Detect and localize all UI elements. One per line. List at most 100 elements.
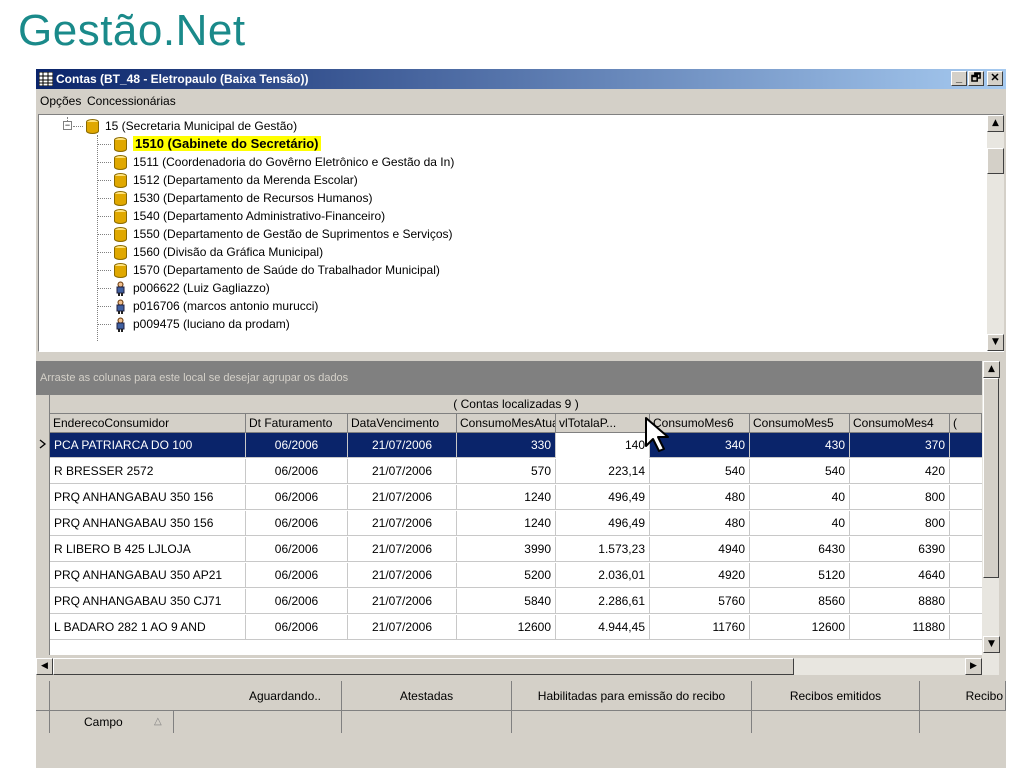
scroll-thumb[interactable] bbox=[983, 378, 999, 578]
campo-field[interactable]: Campo △ bbox=[50, 711, 174, 733]
table-row[interactable]: R BRESSER 2572 06/2006 21/07/2006 570 223,14… bbox=[50, 459, 982, 484]
table-cell[interactable]: 06/2006 bbox=[246, 511, 348, 536]
table-cell[interactable]: 1240 bbox=[457, 485, 556, 510]
table-cell[interactable]: 140 bbox=[556, 433, 650, 458]
table-cell[interactable]: 06/2006 bbox=[246, 589, 348, 614]
table-cell[interactable]: 21/07/2006 bbox=[348, 511, 457, 536]
tree-scrollbar[interactable]: ▲ ▼ bbox=[987, 115, 1004, 351]
scroll-thumb[interactable] bbox=[53, 658, 794, 675]
summary-col-atestadas[interactable]: Atestadas bbox=[342, 681, 512, 711]
table-cell[interactable]: 21/07/2006 bbox=[348, 459, 457, 484]
table-cell[interactable]: 800 bbox=[850, 511, 950, 536]
table-cell[interactable]: 480 bbox=[650, 511, 750, 536]
table-cell[interactable]: 1.573,23 bbox=[556, 537, 650, 562]
table-cell[interactable]: 570 bbox=[457, 459, 556, 484]
table-cell[interactable]: 06/2006 bbox=[246, 615, 348, 640]
column-header[interactable]: ConsumoMesAtual bbox=[457, 414, 556, 433]
menu-opcoes[interactable]: Opções bbox=[40, 94, 81, 108]
menu-concessionarias[interactable]: Concessionárias bbox=[87, 94, 176, 108]
table-cell[interactable]: 8560 bbox=[750, 589, 850, 614]
table-cell[interactable]: PRQ ANHANGABAU 350 156 bbox=[50, 485, 246, 510]
column-header[interactable]: ConsumoMes4 bbox=[850, 414, 950, 433]
table-cell[interactable]: 2.036,01 bbox=[556, 563, 650, 588]
table-cell[interactable]: PCA PATRIARCA DO 100 bbox=[50, 433, 246, 458]
table-cell[interactable]: 800 bbox=[850, 485, 950, 510]
table-cell[interactable]: 4.944,45 bbox=[556, 615, 650, 640]
column-header[interactable]: DataVencimento bbox=[348, 414, 457, 433]
table-cell[interactable]: 2.286,61 bbox=[556, 589, 650, 614]
summary-col-aguardando[interactable]: Aguardando.. bbox=[50, 681, 342, 711]
table-cell[interactable]: 21/07/2006 bbox=[348, 615, 457, 640]
table-row[interactable]: PRQ ANHANGABAU 350 CJ71 06/2006 21/07/2006… bbox=[50, 589, 982, 614]
table-cell[interactable]: L BADARO 282 1 AO 9 AND bbox=[50, 615, 246, 640]
table-cell[interactable]: 06/2006 bbox=[246, 537, 348, 562]
table-cell[interactable]: 40 bbox=[750, 485, 850, 510]
table-cell[interactable]: 21/07/2006 bbox=[348, 485, 457, 510]
table-cell[interactable]: 5760 bbox=[650, 589, 750, 614]
close-button[interactable]: ✕ bbox=[987, 71, 1003, 86]
grid-hscrollbar[interactable]: ◀ ▶ bbox=[36, 658, 982, 675]
table-cell[interactable]: PRQ ANHANGABAU 350 AP21 bbox=[50, 563, 246, 588]
table-cell[interactable]: 4640 bbox=[850, 563, 950, 588]
scroll-left-icon[interactable]: ◀ bbox=[36, 658, 53, 675]
sort-asc-icon[interactable]: △ bbox=[154, 711, 162, 733]
table-cell[interactable]: 370 bbox=[850, 433, 950, 458]
table-cell[interactable]: 8880 bbox=[850, 589, 950, 614]
maximize-button[interactable]: 🗗 bbox=[968, 71, 984, 86]
column-header[interactable]: EnderecoConsumidor bbox=[50, 414, 246, 433]
scroll-up-icon[interactable]: ▲ bbox=[983, 361, 1000, 378]
table-cell[interactable]: R BRESSER 2572 bbox=[50, 459, 246, 484]
table-cell[interactable]: 540 bbox=[750, 459, 850, 484]
table-cell[interactable]: 1240 bbox=[457, 511, 556, 536]
table-cell[interactable]: 3990 bbox=[457, 537, 556, 562]
table-cell[interactable]: 4920 bbox=[650, 563, 750, 588]
column-header[interactable]: ( bbox=[950, 414, 982, 433]
column-header[interactable]: ConsumoMes5 bbox=[750, 414, 850, 433]
table-cell[interactable]: 6390 bbox=[850, 537, 950, 562]
summary-col-habilitadas[interactable]: Habilitadas para emissão do recibo bbox=[512, 681, 752, 711]
table-row[interactable]: PRQ ANHANGABAU 350 156 06/2006 21/07/2006 1… bbox=[50, 485, 982, 510]
org-tree[interactable]: − 15 (Secretaria Municipal de Gestão) 15… bbox=[38, 114, 1004, 352]
table-cell[interactable]: PRQ ANHANGABAU 350 156 bbox=[50, 511, 246, 536]
column-header[interactable]: Dt Faturamento bbox=[246, 414, 348, 433]
column-header[interactable]: vlTotalaP... bbox=[556, 414, 650, 433]
table-cell[interactable]: 330 bbox=[457, 433, 556, 458]
summary-col-recibo[interactable]: Recibo bbox=[920, 681, 1006, 711]
table-cell[interactable]: 4940 bbox=[650, 537, 750, 562]
table-cell[interactable]: 06/2006 bbox=[246, 459, 348, 484]
table-cell[interactable]: 11760 bbox=[650, 615, 750, 640]
table-cell[interactable]: 21/07/2006 bbox=[348, 537, 457, 562]
table-cell[interactable]: 496,49 bbox=[556, 511, 650, 536]
table-cell[interactable]: 40 bbox=[750, 511, 850, 536]
table-cell[interactable]: 540 bbox=[650, 459, 750, 484]
table-row[interactable]: R LIBERO B 425 LJLOJA 06/2006 21/07/2006 39… bbox=[50, 537, 982, 562]
scroll-right-icon[interactable]: ▶ bbox=[965, 658, 982, 675]
table-cell[interactable]: 480 bbox=[650, 485, 750, 510]
scroll-thumb[interactable] bbox=[987, 148, 1004, 174]
group-by-area[interactable]: Arraste as colunas para este local se de… bbox=[36, 361, 982, 395]
table-cell[interactable]: 06/2006 bbox=[246, 433, 348, 458]
table-row[interactable]: L BADARO 282 1 AO 9 AND 06/2006 21/07/2006… bbox=[50, 615, 982, 640]
table-cell[interactable]: 5120 bbox=[750, 563, 850, 588]
table-cell[interactable]: 5200 bbox=[457, 563, 556, 588]
table-cell[interactable]: 21/07/2006 bbox=[348, 433, 457, 458]
table-cell[interactable]: 21/07/2006 bbox=[348, 589, 457, 614]
table-cell[interactable]: 11880 bbox=[850, 615, 950, 640]
table-cell[interactable]: PRQ ANHANGABAU 350 CJ71 bbox=[50, 589, 246, 614]
scroll-down-icon[interactable]: ▼ bbox=[983, 636, 1000, 653]
table-row[interactable]: PRQ ANHANGABAU 350 AP21 06/2006 21/07/2006… bbox=[50, 563, 982, 588]
table-cell[interactable]: R LIBERO B 425 LJLOJA bbox=[50, 537, 246, 562]
minimize-button[interactable]: _ bbox=[951, 71, 967, 86]
table-cell[interactable]: 5840 bbox=[457, 589, 556, 614]
table-cell[interactable]: 12600 bbox=[750, 615, 850, 640]
table-cell[interactable]: 496,49 bbox=[556, 485, 650, 510]
scroll-up-icon[interactable]: ▲ bbox=[987, 115, 1004, 132]
table-cell[interactable]: 223,14 bbox=[556, 459, 650, 484]
table-row[interactable]: PCA PATRIARCA DO 100 06/2006 21/07/2006 330… bbox=[50, 433, 982, 458]
scroll-down-icon[interactable]: ▼ bbox=[987, 334, 1004, 351]
grid-vscrollbar[interactable]: ▲ ▼ bbox=[982, 361, 1000, 675]
table-cell[interactable]: 21/07/2006 bbox=[348, 563, 457, 588]
summary-col-recibos-emitidos[interactable]: Recibos emitidos bbox=[752, 681, 920, 711]
table-cell[interactable]: 06/2006 bbox=[246, 485, 348, 510]
table-row[interactable]: PRQ ANHANGABAU 350 156 06/2006 21/07/2006 1… bbox=[50, 511, 982, 536]
